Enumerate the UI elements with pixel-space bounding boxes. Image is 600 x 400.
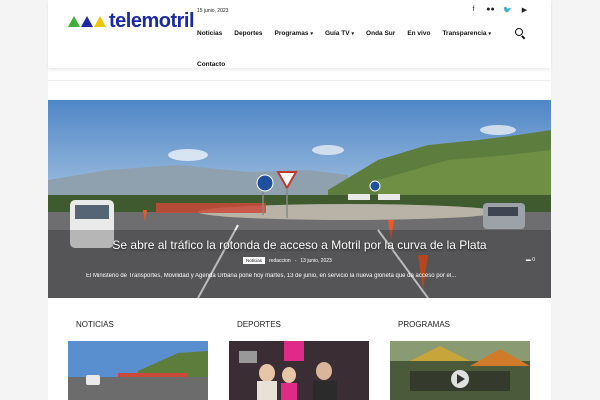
logo-text: telemotril xyxy=(109,9,195,32)
chevron-down-icon: ▾ xyxy=(488,31,492,37)
category-columns: NOTICIAS DEPORTES PROGRAMAS xyxy=(48,300,551,400)
meta-separator: - xyxy=(294,257,297,264)
comments-count[interactable]: ▬ 0 xyxy=(526,257,535,263)
header: telemotril 15 junio, 2023 f ●● 🐦 ▶ Notic… xyxy=(48,0,551,68)
logo-triangle-icon xyxy=(81,15,93,27)
divider xyxy=(48,80,551,81)
column-heading[interactable]: NOTICIAS xyxy=(76,320,114,329)
nav-item-noticias[interactable]: Noticias xyxy=(197,30,222,37)
site-logo[interactable]: telemotril xyxy=(68,9,195,32)
logo-triangle-icon xyxy=(94,15,106,27)
article-thumbnail[interactable] xyxy=(229,341,369,400)
chevron-down-icon: ▾ xyxy=(310,31,313,37)
nav-item-label: Guía TV xyxy=(324,30,350,37)
article-thumbnail[interactable] xyxy=(68,341,208,400)
featured-image xyxy=(48,100,551,298)
flickr-icon[interactable]: ●● xyxy=(486,6,495,14)
comment-icon: ▬ xyxy=(525,257,531,263)
nav-item-label: Programas xyxy=(274,30,309,37)
facebook-icon[interactable]: f xyxy=(469,6,478,14)
column-heading[interactable]: PROGRAMAS xyxy=(398,320,450,329)
nav-item-label: Noticias xyxy=(197,30,223,37)
chevron-down-icon: ▾ xyxy=(351,31,355,37)
featured-article[interactable] xyxy=(48,100,551,298)
category-badge[interactable]: Noticias xyxy=(243,257,266,264)
twitter-icon[interactable]: 🐦 xyxy=(503,6,512,14)
nav-item-deportes[interactable]: Deportes xyxy=(234,30,262,37)
nav-item-label: Deportes xyxy=(234,30,263,37)
nav-item-onda-sur[interactable]: Onda Sur xyxy=(366,30,395,37)
featured-article-excerpt: El Ministerio de Transportes, Movilidad … xyxy=(86,273,457,279)
featured-article-meta: Noticias redaccion - 13 junio, 2023 xyxy=(243,257,332,264)
nav-item-label: Onda Sur xyxy=(366,30,396,37)
page: telemotril 15 junio, 2023 f ●● 🐦 ▶ Notic… xyxy=(48,0,551,400)
header-date: 15 junio, 2023 xyxy=(197,8,229,14)
nav-item-en-vivo[interactable]: En vivo xyxy=(407,30,430,37)
nav-item-contacto[interactable]: Contacto xyxy=(197,61,225,68)
nav-item-gu-a-tv[interactable]: Guía TV ▾ xyxy=(325,30,354,37)
logo-triangle-icon xyxy=(68,15,80,27)
article-thumbnail[interactable] xyxy=(390,341,530,400)
search-icon[interactable] xyxy=(515,28,526,40)
youtube-icon[interactable]: ▶ xyxy=(520,6,529,14)
article-author[interactable]: redaccion xyxy=(269,258,291,264)
featured-article-title[interactable]: Se abre al tráfico la rotonda de acceso … xyxy=(48,238,551,252)
main-nav: Noticias Deportes Programas ▾ Guía TV ▾ Onda S… xyxy=(197,30,503,37)
nav-item-programas[interactable]: Programas ▾ xyxy=(274,30,312,37)
main-nav-second-row: Contacto xyxy=(197,53,225,71)
comments-count-value: 0 xyxy=(532,257,535,263)
nav-item-transparencia[interactable]: Transparencia ▾ xyxy=(442,30,491,37)
nav-item-label: En vivo xyxy=(407,30,431,37)
social-links: f ●● 🐦 ▶ xyxy=(469,6,529,14)
nav-item-label: Transparencia xyxy=(442,30,487,37)
article-date: 13 junio, 2023 xyxy=(300,257,332,264)
column-heading[interactable]: DEPORTES xyxy=(237,320,281,329)
